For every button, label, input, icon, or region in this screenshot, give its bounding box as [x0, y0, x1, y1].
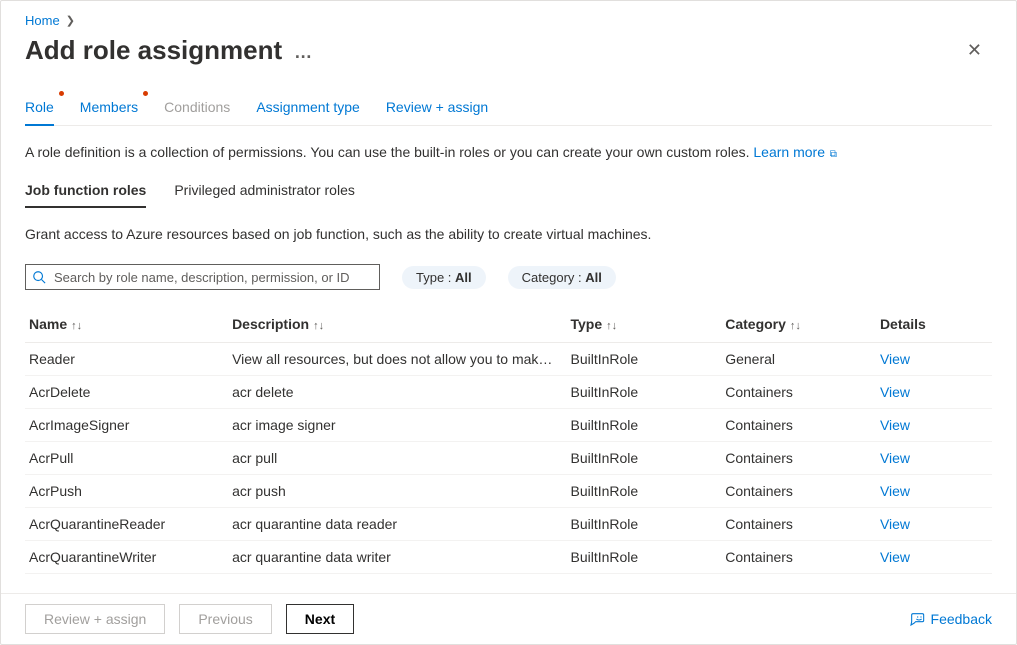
role-type: BuiltInRole — [567, 508, 722, 541]
role-category: Containers — [721, 508, 876, 541]
role-category: Containers — [721, 541, 876, 574]
tab-role[interactable]: Role — [25, 95, 54, 125]
sort-icon: ↑↓ — [71, 320, 82, 332]
table-row[interactable]: AcrPushacr pushBuiltInRoleContainersView — [25, 475, 992, 508]
subtab-description: Grant access to Azure resources based on… — [25, 226, 992, 242]
subtab-job-function[interactable]: Job function roles — [25, 178, 146, 208]
role-name: Reader — [25, 343, 228, 376]
page-title: Add role assignment … — [25, 35, 313, 66]
role-type: BuiltInRole — [567, 442, 722, 475]
sort-icon: ↑↓ — [606, 320, 617, 332]
role-name: AcrQuarantineWriter — [25, 541, 228, 574]
filter-category[interactable]: Category : All — [508, 266, 616, 289]
role-search-field[interactable] — [52, 269, 373, 286]
col-details: Details — [876, 310, 992, 343]
search-icon — [32, 270, 46, 284]
role-name: AcrPull — [25, 442, 228, 475]
view-link[interactable]: View — [880, 417, 910, 433]
role-type: BuiltInRole — [567, 475, 722, 508]
role-intro-text: A role definition is a collection of per… — [25, 144, 992, 160]
tab-conditions[interactable]: Conditions — [164, 95, 230, 125]
breadcrumb: Home ❯ — [25, 13, 992, 28]
external-link-icon: ⧉ — [827, 149, 837, 160]
sort-icon: ↑↓ — [790, 320, 801, 332]
table-row[interactable]: AcrQuarantineWriteracr quarantine data w… — [25, 541, 992, 574]
required-dot-icon — [59, 91, 64, 96]
role-description: acr push — [228, 475, 566, 508]
role-category: Containers — [721, 376, 876, 409]
view-link[interactable]: View — [880, 516, 910, 532]
view-link[interactable]: View — [880, 450, 910, 466]
learn-more-link[interactable]: Learn more ⧉ — [753, 144, 837, 160]
chevron-right-icon: ❯ — [66, 14, 75, 27]
table-row[interactable]: AcrPullacr pullBuiltInRoleContainersView — [25, 442, 992, 475]
role-name: AcrImageSigner — [25, 409, 228, 442]
sort-icon: ↑↓ — [313, 320, 324, 332]
breadcrumb-home[interactable]: Home — [25, 13, 60, 28]
subtab-privileged-admin[interactable]: Privileged administrator roles — [174, 178, 355, 208]
view-link[interactable]: View — [880, 351, 910, 367]
role-description: acr quarantine data reader — [228, 508, 566, 541]
feedback-icon — [909, 611, 925, 627]
role-sub-tabs: Job function roles Privileged administra… — [25, 178, 992, 208]
wizard-footer: Review + assign Previous Next Feedback — [1, 593, 1016, 644]
wizard-tabs: Role Members Conditions Assignment type … — [25, 95, 992, 126]
close-icon[interactable]: ✕ — [957, 34, 992, 67]
role-search-input[interactable] — [25, 264, 380, 290]
role-name: AcrPush — [25, 475, 228, 508]
tab-members[interactable]: Members — [80, 95, 138, 125]
role-description: acr quarantine data writer — [228, 541, 566, 574]
col-type[interactable]: Type↑↓ — [567, 310, 722, 343]
roles-table: Name↑↓ Description↑↓ Type↑↓ Category↑↓ D… — [25, 310, 992, 574]
next-button[interactable]: Next — [286, 604, 354, 634]
review-assign-button: Review + assign — [25, 604, 165, 634]
col-category[interactable]: Category↑↓ — [721, 310, 876, 343]
role-category: Containers — [721, 475, 876, 508]
filter-toolbar: Type : All Category : All — [25, 264, 992, 290]
role-type: BuiltInRole — [567, 409, 722, 442]
view-link[interactable]: View — [880, 549, 910, 565]
table-row[interactable]: AcrDeleteacr deleteBuiltInRoleContainers… — [25, 376, 992, 409]
col-name[interactable]: Name↑↓ — [25, 310, 228, 343]
role-type: BuiltInRole — [567, 376, 722, 409]
col-description[interactable]: Description↑↓ — [228, 310, 566, 343]
feedback-link[interactable]: Feedback — [909, 611, 992, 627]
table-row[interactable]: ReaderView all resources, but does not a… — [25, 343, 992, 376]
role-type: BuiltInRole — [567, 343, 722, 376]
table-row[interactable]: AcrQuarantineReaderacr quarantine data r… — [25, 508, 992, 541]
more-actions-icon[interactable]: … — [294, 38, 313, 63]
role-type: BuiltInRole — [567, 541, 722, 574]
role-description: acr image signer — [228, 409, 566, 442]
role-name: AcrDelete — [25, 376, 228, 409]
tab-review-assign[interactable]: Review + assign — [386, 95, 488, 125]
role-description: acr delete — [228, 376, 566, 409]
tab-assignment-type[interactable]: Assignment type — [256, 95, 360, 125]
role-category: General — [721, 343, 876, 376]
role-category: Containers — [721, 409, 876, 442]
view-link[interactable]: View — [880, 384, 910, 400]
filter-type[interactable]: Type : All — [402, 266, 486, 289]
previous-button: Previous — [179, 604, 271, 634]
role-description: acr pull — [228, 442, 566, 475]
required-dot-icon — [143, 91, 148, 96]
role-description: View all resources, but does not allow y… — [228, 343, 566, 376]
role-name: AcrQuarantineReader — [25, 508, 228, 541]
table-row[interactable]: AcrImageSigneracr image signerBuiltInRol… — [25, 409, 992, 442]
role-category: Containers — [721, 442, 876, 475]
view-link[interactable]: View — [880, 483, 910, 499]
